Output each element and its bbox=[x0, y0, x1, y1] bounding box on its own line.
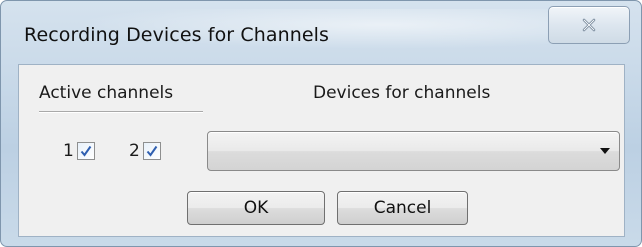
channel-1-label: 1 bbox=[63, 141, 74, 161]
chevron-down-icon[interactable] bbox=[600, 148, 610, 154]
channel-2-label: 2 bbox=[129, 141, 140, 161]
channel-1-toggle: 1 bbox=[63, 141, 95, 161]
dialog-content: Active channels Devices for channels 1 2 bbox=[18, 64, 625, 237]
close-button[interactable] bbox=[548, 6, 630, 44]
channel-2-checkbox[interactable] bbox=[142, 142, 161, 160]
window-title: Recording Devices for Channels bbox=[24, 24, 330, 46]
header-divider bbox=[39, 111, 203, 112]
ok-button[interactable]: OK bbox=[187, 191, 325, 225]
dialog-window: Recording Devices for Channels Active ch… bbox=[0, 0, 642, 247]
devices-for-channels-label: Devices for channels bbox=[313, 83, 491, 103]
channel-2-toggle: 2 bbox=[129, 141, 161, 161]
device-dropdown[interactable] bbox=[207, 131, 620, 171]
active-channels-label: Active channels bbox=[39, 83, 174, 103]
channel-1-checkbox[interactable] bbox=[76, 142, 95, 160]
checkmark-icon bbox=[146, 145, 158, 157]
cancel-button[interactable]: Cancel bbox=[337, 191, 468, 225]
checkmark-icon bbox=[80, 145, 92, 157]
close-icon bbox=[582, 18, 596, 32]
